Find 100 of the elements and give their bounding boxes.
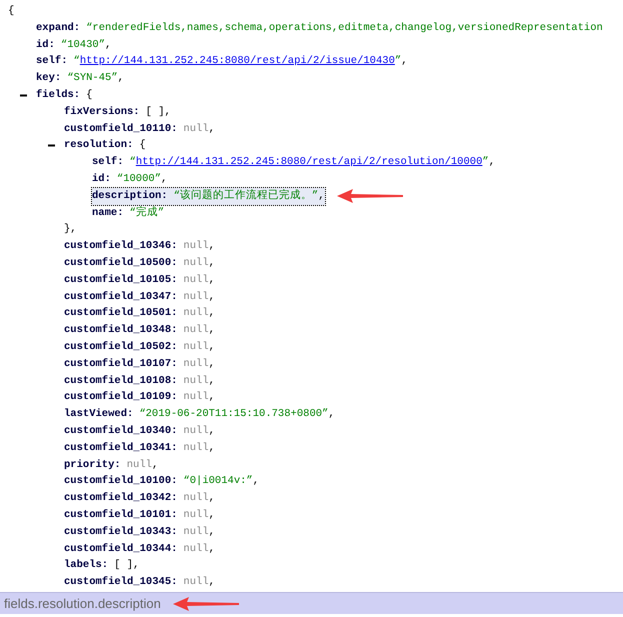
punctuation: , (152, 458, 158, 473)
json-entry[interactable]: customfield_10346: null, (64, 238, 215, 255)
string-value: “0|i0014v:” (183, 474, 253, 490)
json-entry[interactable]: description: “该问题的工作流程已完成。”, (92, 188, 325, 205)
punctuation: , (208, 256, 215, 271)
json-entry[interactable]: customfield_10109: null, (64, 389, 215, 406)
punctuation: { (139, 138, 146, 154)
json-entry[interactable]: customfield_10502: null, (64, 338, 215, 356)
json-entry[interactable]: resolution: { (64, 137, 146, 154)
punctuation: , (208, 390, 215, 406)
json-entry[interactable]: customfield_10110: null, (64, 120, 215, 138)
json-key: fixVersions: (64, 104, 140, 121)
minus-icon[interactable] (20, 92, 27, 99)
json-entry[interactable]: customfield_10342: null, (64, 490, 215, 507)
json-key: customfield_10105: (64, 272, 178, 289)
null-value: null (183, 424, 209, 439)
json-entry[interactable]: name: “完成” (92, 204, 164, 222)
json-entry[interactable]: customfield_10347: null, (64, 288, 215, 306)
json-entry[interactable]: customfield_10108: null, (64, 372, 215, 390)
json-path: fields.resolution.description (4, 594, 161, 613)
null-value: null (183, 542, 209, 556)
json-key: customfield_10342: (64, 490, 178, 507)
json-entry[interactable]: self: “http://144.131.252.245:8080/rest/api/2/issue/10430”, (36, 53, 408, 70)
json-entry[interactable]: customfield_10348: null, (64, 322, 215, 339)
punctuation: { (86, 88, 92, 103)
json-entry[interactable]: customfield_10345: null, (64, 574, 215, 591)
json-entry[interactable]: self: “http://144.131.252.245:8080/rest/api/2/resolution/10000”, (92, 154, 496, 171)
json-entry[interactable]: key: “SYN-45”, (36, 70, 124, 87)
json-key: key: (36, 70, 62, 87)
json-entry[interactable]: customfield_10107: null, (64, 356, 215, 373)
punctuation: , (208, 575, 215, 590)
null-value: null (183, 508, 209, 523)
json-entry[interactable]: labels: [ ], (64, 557, 140, 574)
json-key: resolution: (64, 137, 134, 154)
punctuation: , (208, 424, 215, 439)
json-key: customfield_10110: (64, 120, 178, 138)
json-entry[interactable]: fixVersions: [ ], (64, 104, 171, 121)
punctuation: , (208, 542, 215, 556)
minus-icon[interactable] (48, 142, 55, 150)
null-value: null (183, 524, 209, 540)
string-value: “ (74, 54, 80, 70)
punctuation: , (161, 172, 168, 187)
null-value: null (183, 390, 209, 406)
json-entry[interactable]: customfield_10344: null, (64, 540, 215, 558)
json-entry[interactable]: customfield_10501: null, (64, 305, 215, 322)
punctuation: , (208, 239, 215, 254)
json-entry[interactable]: customfield_10343: null, (64, 524, 215, 540)
json-key: customfield_10108: (64, 372, 178, 390)
punctuation: , (318, 188, 325, 204)
json-key: customfield_10346: (64, 238, 178, 255)
null-value: null (126, 458, 152, 473)
punctuation: , (208, 290, 215, 305)
json-key: customfield_10501: (64, 305, 178, 322)
json-entry[interactable]: id: “10430”, (36, 36, 112, 54)
url-link[interactable]: http://144.131.252.245:8080/rest/api/2/issue/10430 (80, 53, 395, 70)
json-key: customfield_10500: (64, 254, 178, 272)
json-key: priority: (64, 456, 121, 474)
json-key: customfield_10100: (64, 473, 178, 490)
json-key: customfield_10344: (64, 540, 178, 558)
json-entry[interactable]: customfield_10100: “0|i0014v:”, (64, 473, 260, 490)
punctuation: , (208, 374, 215, 389)
punctuation: , (328, 407, 335, 422)
json-key: customfield_10341: (64, 440, 178, 457)
json-entry[interactable]: customfield_10101: null, (64, 506, 215, 524)
json-key: id: (36, 36, 55, 54)
json-key: customfield_10109: (64, 389, 178, 406)
url-link[interactable]: http://144.131.252.245:8080/rest/api/2/resolution/10000 (136, 154, 482, 171)
punctuation: , (208, 356, 215, 372)
punctuation: , (208, 272, 215, 288)
null-value: null (183, 356, 209, 372)
null-value: null (183, 256, 209, 271)
json-entry[interactable]: customfield_10340: null, (64, 422, 215, 440)
null-value: null (183, 491, 209, 506)
json-key: customfield_10343: (64, 524, 178, 540)
json-entry[interactable]: lastViewed: “2019-06-20T11:15:10.738+0800”, (64, 406, 335, 423)
json-key: expand: (36, 20, 80, 37)
punctuation: , (208, 306, 215, 322)
null-value: null (183, 306, 209, 322)
json-entry[interactable]: priority: null, (64, 456, 158, 474)
punctuation: , (208, 491, 215, 506)
punctuation: , (208, 122, 215, 137)
null-value: null (183, 290, 209, 305)
string-value: “renderedFields,names,schema,operations,editmeta,changelog,versionedRepresentation (86, 20, 603, 36)
json-key: self: (92, 154, 124, 171)
punctuation: [ ], (114, 558, 140, 574)
json-entry[interactable]: id: “10000”, (92, 170, 168, 188)
json-key: fields: (36, 86, 80, 104)
punctuation: , (118, 71, 124, 86)
json-key: customfield_10348: (64, 322, 178, 339)
json-entry[interactable]: customfield_10341: null, (64, 440, 215, 457)
punctuation: , (401, 54, 408, 70)
json-entry[interactable]: expand: “renderedFields,names,schema,operations,editmeta,changelog,versionedRepresentation (36, 20, 603, 37)
string-value: “该问题的工作流程已完成。” (174, 188, 318, 204)
punctuation: { (8, 4, 14, 19)
json-entry[interactable]: customfield_10105: null, (64, 272, 215, 289)
string-value: “ (130, 155, 136, 170)
json-entry[interactable]: customfield_10500: null, (64, 254, 215, 272)
json-entry[interactable]: fields: { (36, 86, 92, 104)
punctuation: , (208, 340, 215, 355)
null-value: null (183, 323, 209, 338)
